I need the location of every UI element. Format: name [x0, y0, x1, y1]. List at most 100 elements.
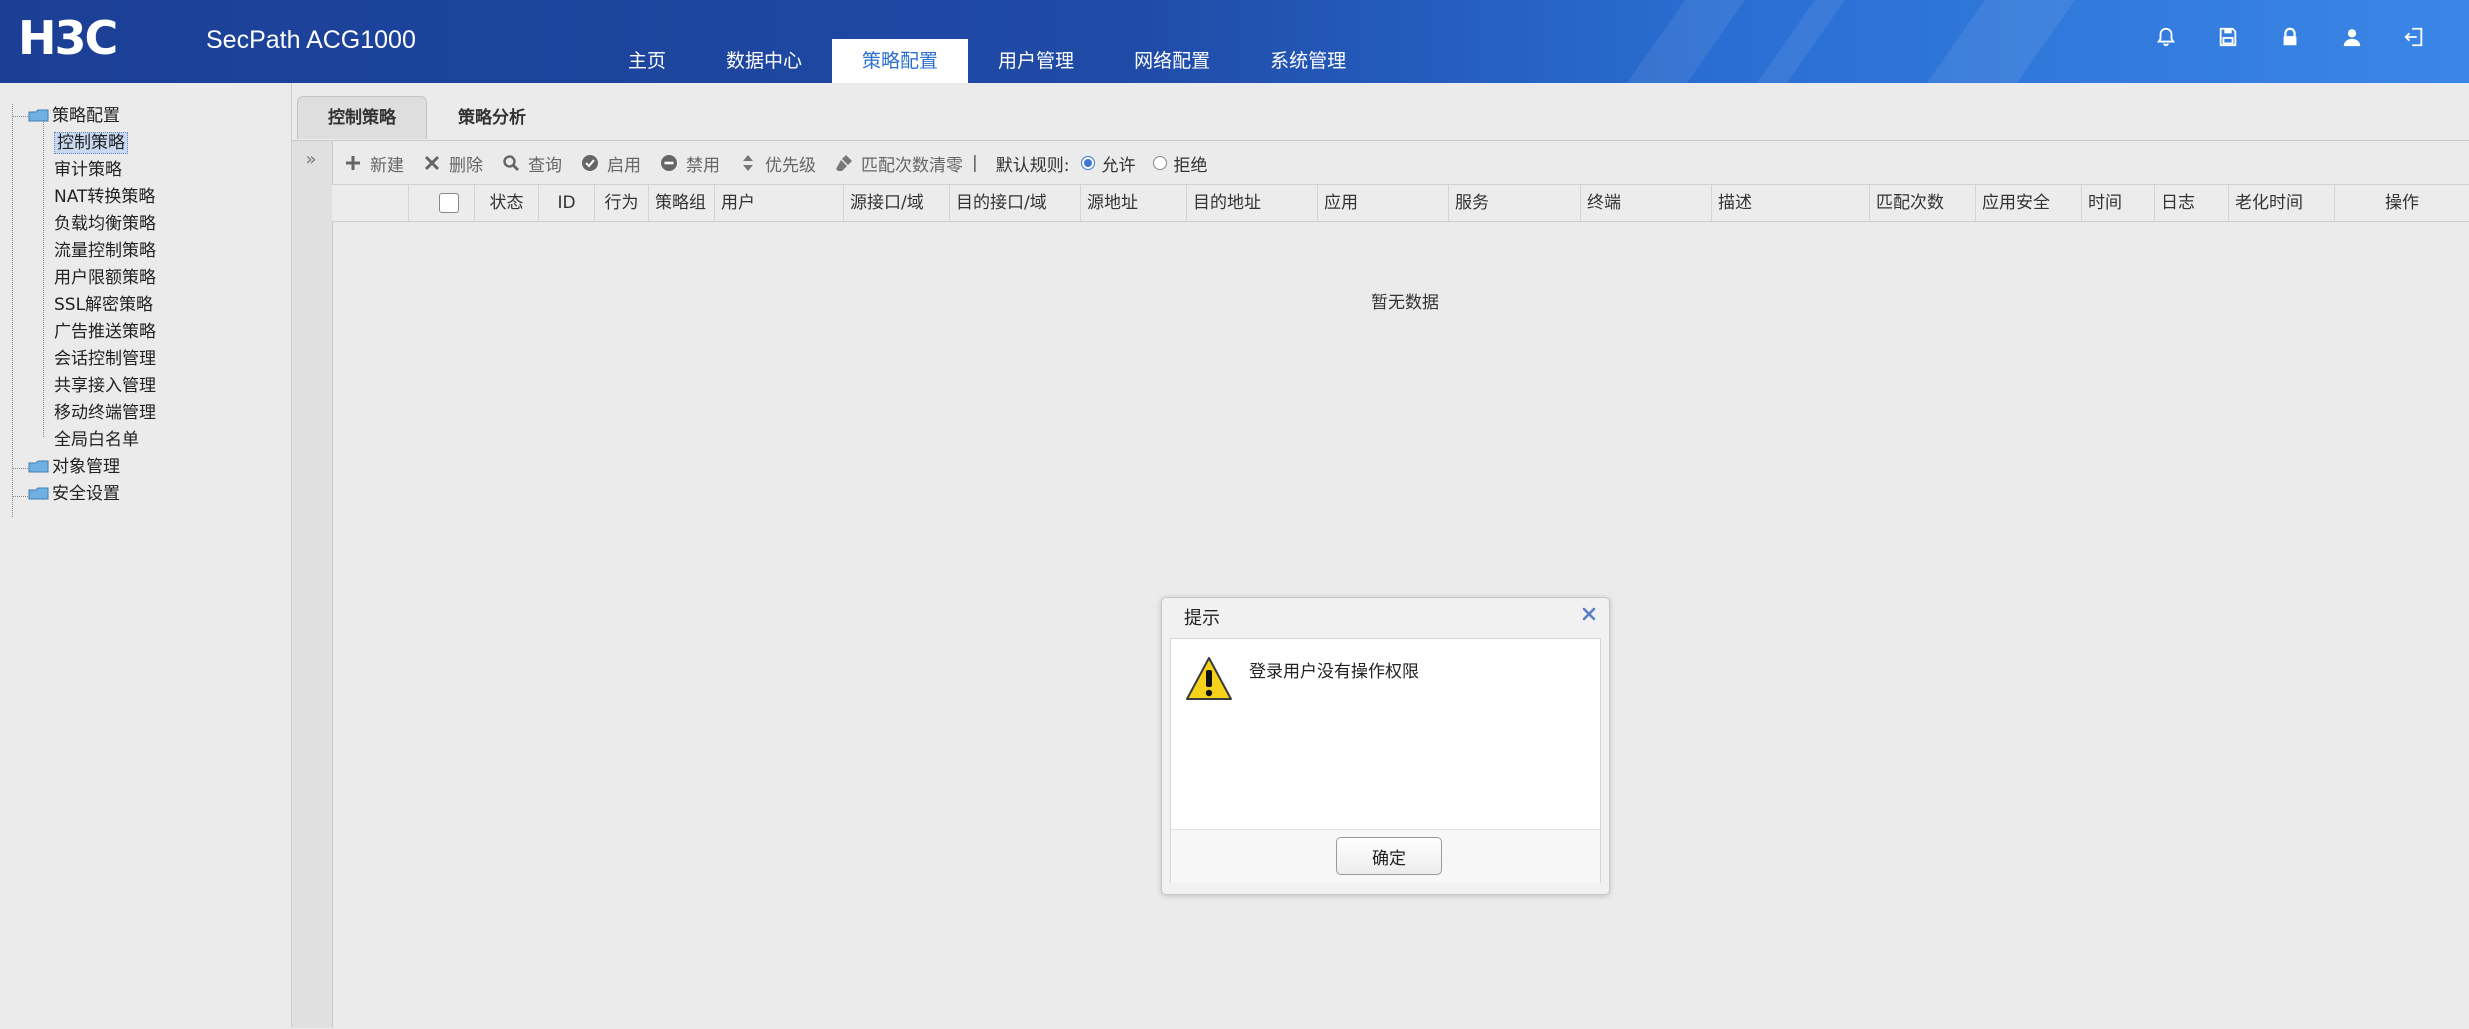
- tree-connector: [12, 496, 28, 497]
- content-tabs: 控制策略 策略分析: [297, 96, 557, 140]
- ok-button[interactable]: 确定: [1336, 837, 1442, 875]
- enable-button[interactable]: 启用: [581, 151, 641, 176]
- search-icon: [502, 154, 520, 172]
- query-button[interactable]: 查询: [502, 151, 562, 176]
- plus-icon: [344, 154, 362, 172]
- expand-double-chevron-icon[interactable]: »: [300, 149, 322, 171]
- sidebar-item-session-control[interactable]: 会话控制管理: [54, 346, 156, 372]
- column-header-aging-time[interactable]: 老化时间: [2228, 185, 2334, 221]
- header-decoration: [1600, 0, 1760, 83]
- column-header-user[interactable]: 用户: [714, 185, 843, 221]
- tree-connector: [12, 104, 13, 517]
- sidebar-item-ad-push-policy[interactable]: 广告推送策略: [54, 319, 156, 345]
- select-all-column: [408, 185, 474, 221]
- nav-system-management[interactable]: 系统管理: [1240, 39, 1376, 83]
- nav-home[interactable]: 主页: [598, 39, 696, 83]
- column-header-application[interactable]: 应用: [1317, 185, 1448, 221]
- tree-node-object-management[interactable]: 对象管理: [28, 454, 120, 480]
- header-decoration: [1730, 0, 1860, 83]
- tree-connector: [43, 116, 44, 437]
- sidebar-item-ssl-decrypt-policy[interactable]: SSL解密策略: [54, 292, 153, 318]
- default-rule-allow-radio[interactable]: 允许: [1081, 151, 1135, 176]
- x-icon: [423, 154, 441, 172]
- tab-control-policy[interactable]: 控制策略: [297, 96, 427, 139]
- sidebar-item-nat-policy[interactable]: NAT转换策略: [54, 184, 155, 210]
- content-area: [291, 140, 2469, 1029]
- tab-policy-analysis[interactable]: 策略分析: [427, 96, 557, 139]
- column-header-dest-address[interactable]: 目的地址: [1186, 185, 1317, 221]
- nav-user-management[interactable]: 用户管理: [968, 39, 1104, 83]
- sidebar-item-load-balance-policy[interactable]: 负载均衡策略: [54, 211, 156, 237]
- column-header-description[interactable]: 描述: [1711, 185, 1869, 221]
- header-decoration: [1900, 0, 2090, 83]
- nav-network-config[interactable]: 网络配置: [1104, 39, 1240, 83]
- header-actions: [2155, 26, 2425, 48]
- minus-circle-icon: [660, 154, 678, 172]
- disable-button[interactable]: 禁用: [660, 151, 720, 176]
- tree-connector: [12, 116, 28, 117]
- table-empty-message: 暂无数据: [1371, 293, 1439, 313]
- default-rule-deny-radio[interactable]: 拒绝: [1153, 151, 1207, 176]
- column-header-terminal[interactable]: 终端: [1580, 185, 1711, 221]
- nav-data-center[interactable]: 数据中心: [696, 39, 832, 83]
- radio-allow-indicator[interactable]: [1081, 156, 1096, 170]
- clear-count-button[interactable]: 匹配次数清零: [835, 151, 963, 176]
- nav-policy-config[interactable]: 策略配置: [832, 39, 969, 83]
- column-header-log[interactable]: 日志: [2154, 185, 2228, 221]
- permission-alert-dialog: 提示 登录用户没有操作权限 确定: [1161, 597, 1610, 895]
- eraser-icon: [835, 154, 853, 172]
- column-header-service[interactable]: 服务: [1448, 185, 1580, 221]
- sidebar-item-shared-access[interactable]: 共享接入管理: [54, 373, 156, 399]
- logout-icon[interactable]: [2403, 26, 2425, 48]
- select-all-checkbox[interactable]: [439, 193, 459, 213]
- column-header-status[interactable]: 状态: [474, 185, 538, 221]
- row-number-column: [332, 185, 408, 221]
- default-rule-label: 默认规则:: [995, 155, 1070, 176]
- sidebar-item-global-whitelist[interactable]: 全局白名单: [54, 427, 139, 453]
- tree-connector: [12, 468, 28, 469]
- sidebar-item-control-policy[interactable]: 控制策略: [54, 130, 128, 156]
- top-header: H3C SecPath ACG1000 主页 数据中心 策略配置 用户管理 网络…: [0, 0, 2469, 83]
- dialog-title: 提示: [1184, 608, 1220, 629]
- radio-deny-indicator[interactable]: [1153, 156, 1168, 170]
- column-header-source-address[interactable]: 源地址: [1080, 185, 1186, 221]
- sidebar-tree: 策略配置 控制策略 审计策略 NAT转换策略 负载均衡策略 流量控制策略 用户限…: [0, 83, 292, 1028]
- delete-button[interactable]: 删除: [423, 151, 483, 176]
- column-header-policy-group[interactable]: 策略组: [648, 185, 714, 221]
- close-icon[interactable]: [1579, 604, 1599, 624]
- product-name: SecPath ACG1000: [206, 26, 416, 54]
- sidebar-item-mobile-terminal[interactable]: 移动终端管理: [54, 400, 156, 426]
- toolbar-separator: |: [972, 153, 978, 173]
- folder-icon: [28, 109, 49, 122]
- toolbar: 新建 删除 查询 启用 禁用 优先级 匹配次数清零 | 默认规则: 允许 拒绝: [344, 148, 1225, 178]
- check-circle-icon: [581, 154, 599, 172]
- user-icon[interactable]: [2341, 26, 2363, 48]
- sidebar-item-audit-policy[interactable]: 审计策略: [54, 157, 122, 183]
- lock-icon[interactable]: [2279, 26, 2301, 48]
- warning-icon: [1186, 657, 1232, 700]
- dialog-message: 登录用户没有操作权限: [1249, 662, 1419, 682]
- dialog-body: 登录用户没有操作权限 确定: [1170, 638, 1601, 883]
- table-header: 状态 ID 行为 策略组 用户 源接口/域 目的接口/域 源地址 目的地址 应用…: [332, 184, 2469, 222]
- column-header-match-count[interactable]: 匹配次数: [1869, 185, 1975, 221]
- sidebar-item-traffic-control-policy[interactable]: 流量控制策略: [54, 238, 156, 264]
- column-header-source-interface[interactable]: 源接口/域: [843, 185, 949, 221]
- save-icon[interactable]: [2217, 26, 2239, 48]
- column-header-operation[interactable]: 操作: [2334, 185, 2469, 221]
- column-header-dest-interface[interactable]: 目的接口/域: [949, 185, 1080, 221]
- new-button[interactable]: 新建: [344, 151, 404, 176]
- priority-button[interactable]: 优先级: [739, 151, 816, 176]
- dialog-footer: 确定: [1171, 829, 1600, 883]
- folder-icon: [28, 487, 49, 500]
- sidebar-item-user-quota-policy[interactable]: 用户限额策略: [54, 265, 156, 291]
- column-header-action[interactable]: 行为: [594, 185, 648, 221]
- sort-icon: [739, 154, 757, 172]
- bell-icon[interactable]: [2155, 26, 2177, 48]
- column-header-id[interactable]: ID: [538, 185, 594, 221]
- h3c-logo: H3C: [18, 14, 118, 60]
- column-header-time[interactable]: 时间: [2081, 185, 2154, 221]
- folder-icon: [28, 460, 49, 473]
- tree-node-security-settings[interactable]: 安全设置: [28, 481, 120, 507]
- column-header-app-security[interactable]: 应用安全: [1975, 185, 2081, 221]
- tree-node-policy-config[interactable]: 策略配置: [28, 103, 120, 129]
